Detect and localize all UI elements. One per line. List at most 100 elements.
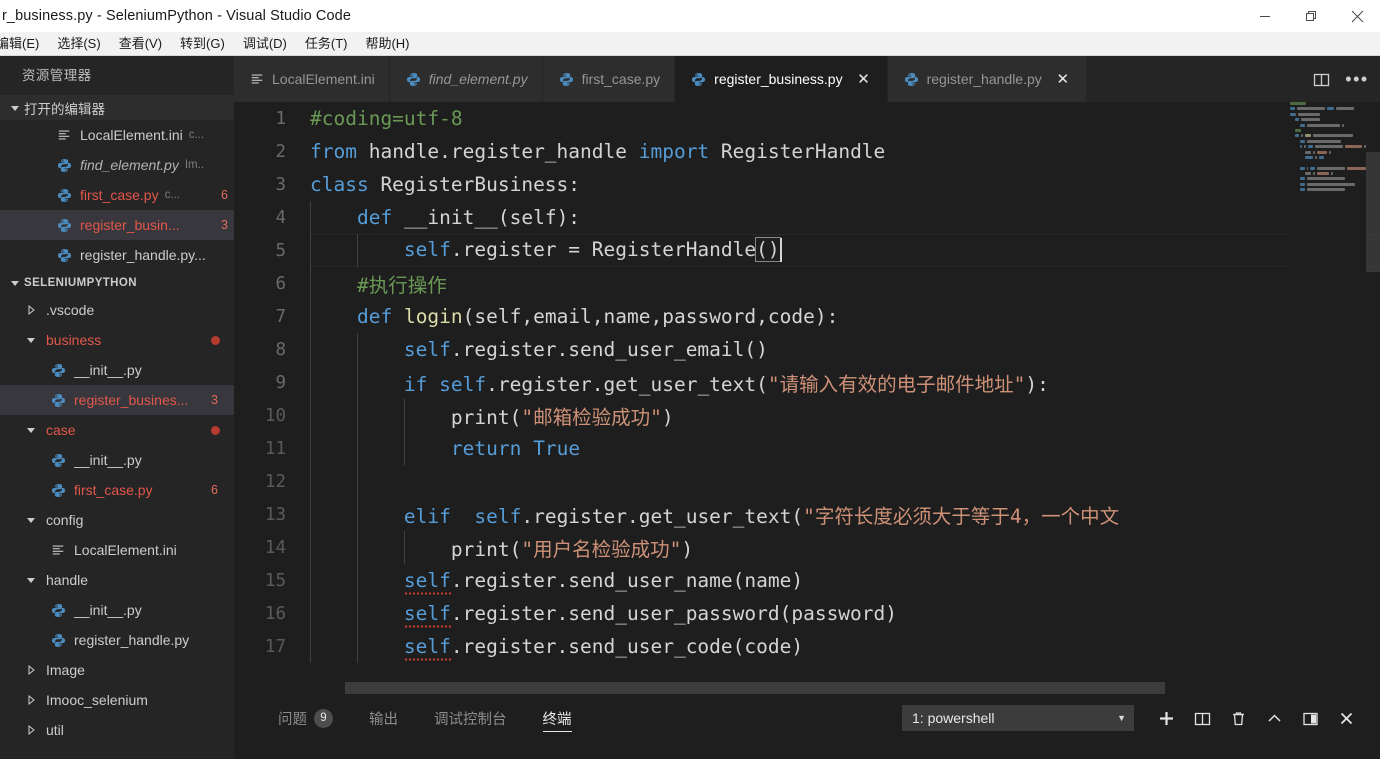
editor-tab[interactable]: LocalElement.ini: [234, 56, 390, 102]
new-terminal-icon[interactable]: [1148, 700, 1184, 736]
minimap-segment: [1329, 150, 1332, 154]
editor-minimap[interactable]: [1288, 102, 1366, 694]
close-panel-icon[interactable]: [1328, 700, 1364, 736]
tree-item-label: business: [46, 332, 102, 348]
close-icon[interactable]: ✕: [1054, 70, 1072, 88]
terminal-select-value: 1: powershell: [912, 710, 995, 726]
tree-file-row[interactable]: __init__.py: [0, 595, 234, 625]
open-editor-item[interactable]: register_handle.py...: [0, 240, 234, 270]
line-number: 17: [264, 636, 286, 657]
code-line-text: self.register.send_user_name(name): [310, 569, 803, 595]
code-editor[interactable]: 1 #coding=utf-8 2 from handle.register_hand…: [234, 102, 1380, 694]
line-number: 6: [275, 273, 286, 294]
panel-tab-badge: 9: [314, 708, 333, 728]
problem-count-badge: 3: [221, 218, 228, 232]
minimap-line: [1288, 107, 1366, 111]
menu-item-help[interactable]: 帮助(H): [356, 33, 418, 55]
code-lines[interactable]: 1 #coding=utf-8 2 from handle.register_hand…: [234, 102, 1380, 694]
code-line: 8 self.register.send_user_email(): [234, 333, 1380, 366]
minimap-line: [1288, 118, 1366, 122]
vscode-window: r_business.py - SeleniumPython - Visual …: [0, 0, 1380, 759]
section-open-editors[interactable]: 打开的编辑器: [0, 95, 234, 120]
minimap-segment: [1314, 155, 1317, 159]
open-editor-description: Im..: [184, 159, 205, 171]
tree-folder-row[interactable]: business: [0, 325, 234, 355]
minimap-segment: [1304, 145, 1307, 149]
tree-folder-row[interactable]: Imooc_selenium: [0, 685, 234, 715]
minimap-segment: [1300, 182, 1305, 186]
open-editor-item[interactable]: register_busin... 3: [0, 210, 234, 240]
panel-tab[interactable]: 调试控制台: [416, 694, 525, 742]
ini-file-icon: [250, 72, 264, 86]
tree-folder-row[interactable]: util: [0, 715, 234, 745]
menu-item-selection[interactable]: 选择(S): [48, 33, 109, 55]
line-number: 16: [264, 603, 286, 624]
tree-item-label: handle: [46, 572, 89, 588]
editor-tab[interactable]: register_business.py ✕: [675, 56, 888, 102]
open-editor-item[interactable]: LocalElement.ini c...: [0, 120, 234, 150]
tree-item-label: register_handle.py: [74, 632, 190, 648]
code-token: .register.send_user_email(): [450, 338, 768, 361]
terminal-select[interactable]: 1: powershell ▼: [902, 705, 1134, 731]
minimap-segment: [1305, 155, 1313, 159]
editor-vertical-scrollbar[interactable]: [1366, 102, 1380, 694]
code-token: .register.get_user_text(: [521, 505, 804, 528]
minimap-segment: [1313, 172, 1316, 176]
vertical-scrollbar-thumb[interactable]: [1366, 152, 1380, 272]
tree-folder-row[interactable]: .vscode: [0, 295, 234, 325]
code-line-text: self.register.send_user_email(): [310, 338, 768, 361]
minimize-icon[interactable]: [1242, 0, 1288, 32]
code-token: .register.get_user_text(: [486, 373, 768, 396]
minimap-line: [1288, 139, 1366, 143]
close-icon[interactable]: [1334, 0, 1380, 32]
editor-tab[interactable]: first_case.py: [542, 56, 676, 102]
code-line-text: def login(self,email,name,password,code)…: [310, 305, 838, 328]
maximize-panel-icon[interactable]: [1256, 700, 1292, 736]
tree-file-row[interactable]: __init__.py: [0, 355, 234, 385]
open-editor-item[interactable]: find_element.py Im..: [0, 150, 234, 180]
toggle-panel-icon[interactable]: [1292, 700, 1328, 736]
editor-horizontal-scrollbar[interactable]: [234, 680, 1380, 694]
tree-file-row[interactable]: register_busines... 3: [0, 385, 234, 415]
python-file-icon: [48, 453, 68, 468]
tree-file-row[interactable]: first_case.py 6: [0, 475, 234, 505]
minimap-segment: [1300, 134, 1303, 138]
tree-folder-row[interactable]: config: [0, 505, 234, 535]
minimap-line: [1288, 188, 1366, 192]
panel-tab[interactable]: 问题 9: [260, 694, 351, 742]
kill-terminal-icon[interactable]: [1220, 700, 1256, 736]
menu-item-view[interactable]: 查看(V): [110, 33, 171, 55]
minimap-segment: [1300, 166, 1305, 170]
split-editor-icon[interactable]: [1310, 68, 1332, 90]
menu-item-tasks[interactable]: 任务(T): [296, 33, 357, 55]
section-project[interactable]: SELENIUMPYTHON: [0, 270, 234, 295]
code-token: .register = RegisterHandle: [450, 238, 757, 262]
code-token: True: [533, 437, 581, 460]
minimap-segment: [1341, 123, 1344, 127]
open-editor-item[interactable]: first_case.py c... 6: [0, 180, 234, 210]
split-terminal-icon[interactable]: [1184, 700, 1220, 736]
code-line: 14 print("用户名检验成功"): [234, 531, 1380, 564]
menu-item-goto[interactable]: 转到(G): [171, 33, 234, 55]
minimap-segment: [1290, 102, 1307, 105]
menu-item-edit[interactable]: 编辑(E): [0, 33, 48, 55]
code-token: (): [755, 237, 781, 263]
editor-tab[interactable]: find_element.py: [389, 56, 543, 102]
panel-tab[interactable]: 终端: [525, 694, 590, 742]
chevron-down-icon: [24, 573, 38, 587]
tree-file-row[interactable]: __init__.py: [0, 445, 234, 475]
editor-tab[interactable]: register_handle.py ✕: [887, 56, 1087, 102]
minimap-segment: [1330, 172, 1333, 176]
tree-folder-row[interactable]: handle: [0, 565, 234, 595]
panel-tab[interactable]: 输出: [351, 694, 416, 742]
tree-folder-row[interactable]: Image: [0, 655, 234, 685]
restore-icon[interactable]: [1288, 0, 1334, 32]
more-actions-icon[interactable]: •••: [1345, 68, 1368, 90]
close-icon[interactable]: ✕: [855, 70, 873, 88]
tree-file-row[interactable]: register_handle.py: [0, 625, 234, 655]
menu-item-debug[interactable]: 调试(D): [234, 33, 296, 55]
tree-folder-row[interactable]: case: [0, 415, 234, 445]
tree-file-row[interactable]: LocalElement.ini: [0, 535, 234, 565]
line-number: 13: [264, 504, 286, 525]
horizontal-scrollbar-thumb[interactable]: [345, 682, 1165, 694]
